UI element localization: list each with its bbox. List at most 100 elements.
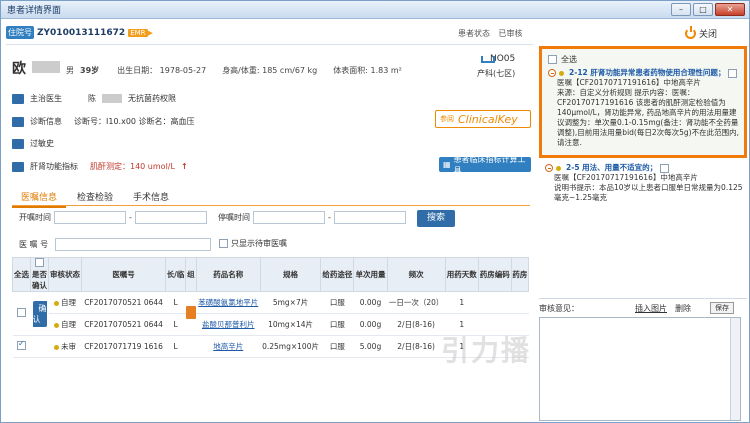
review-label: 审核意见： — [539, 304, 579, 313]
freq-cell: 一日一次（20） — [387, 291, 446, 314]
doctor-row: 主治医生 陈 无抗菌药权限 — [12, 93, 176, 104]
emr-button[interactable]: EMR — [128, 28, 148, 37]
dose-cell: 5.00g — [353, 335, 388, 358]
drug-cell[interactable]: 苯磺酸氨氯地平片 — [196, 291, 261, 314]
order-number-label: 医 嘱 号 — [19, 240, 49, 249]
tab-underline — [12, 205, 530, 206]
col-confirm-label: 是否确认 — [32, 270, 47, 290]
patient-bsa: 体表面积: 1.83 m² — [333, 66, 402, 75]
review-textarea[interactable] — [539, 317, 741, 421]
status-cell: 未审 — [48, 335, 82, 358]
clinicalkey-button[interactable]: 参阅 ClinicalKey — [435, 110, 531, 128]
col-type: 长/临 — [165, 257, 187, 292]
status-dot-icon — [54, 322, 60, 328]
drug-cell[interactable]: 盐酸贝那普利片 — [196, 313, 261, 336]
stop-time-from-input[interactable] — [253, 211, 325, 224]
group-cell — [185, 335, 197, 358]
col-route: 给药途径 — [320, 257, 355, 292]
row-checkbox[interactable] — [17, 308, 26, 317]
col-spec: 规格 — [259, 257, 322, 292]
col-pharmacy-code: 药房编码 — [477, 257, 512, 292]
drug-link[interactable]: 盐酸贝那普利片 — [202, 320, 255, 329]
doctor-name: 陈 — [88, 94, 96, 103]
status-label: 患者状态 — [458, 29, 490, 38]
issue-checkbox[interactable] — [660, 163, 670, 173]
route-cell: 口服 — [320, 313, 354, 336]
issue-checkbox[interactable] — [728, 68, 738, 78]
col-order: 医嘱号 — [81, 257, 167, 292]
patient-age: 39岁 — [80, 66, 100, 75]
select-all-checkbox[interactable] — [548, 55, 557, 64]
col-select-all[interactable]: 全选 — [12, 257, 31, 292]
diagnosis-detail: 诊断号：I10.x00 诊断名：高血压 — [74, 117, 195, 126]
confirm-button[interactable]: 确认 — [32, 300, 47, 327]
col-days: 用药天数 — [444, 257, 479, 292]
pending-only-checkbox[interactable] — [219, 239, 228, 248]
stop-time-filter: 停嘱时间 - — [218, 211, 406, 224]
liver-kidney-row: 肝肾功能指标 肌酐测定：140 umol/L ↑ — [12, 161, 188, 172]
drug-link[interactable]: 苯磺酸氨氯地平片 — [198, 298, 258, 307]
calc-tool-button[interactable]: ▦ 患者临床指标计算工具 — [439, 155, 531, 175]
col-pharmacy: 药房 — [510, 257, 530, 292]
pending-only-label: 只显示待审医嘱 — [231, 239, 287, 248]
row-select-cell[interactable] — [12, 291, 31, 336]
issue-item: 2-12 肝肾功能异常患者药物使用合理性问题； 医嘱【CF20170717191… — [542, 68, 744, 148]
pharmacy-cell — [511, 291, 529, 314]
order-number-input[interactable] — [55, 238, 212, 251]
hospital-id-tag: 住院号 — [6, 26, 34, 39]
type-cell: L — [165, 335, 186, 358]
patient-height-weight: 身高/体重: 185 cm/67 kg — [222, 66, 318, 75]
status-cell: 自理 — [48, 291, 82, 314]
status-text: 自理 — [61, 298, 77, 307]
bed-icon — [481, 56, 495, 63]
start-time-from-input[interactable] — [54, 211, 126, 224]
issue-order: 医嘱【CF20170717191616】中地高辛片 — [554, 173, 698, 182]
power-icon — [685, 26, 696, 39]
select-all-row[interactable]: 全选 — [542, 49, 744, 68]
issue-item-2: 2-5 用法、用量不适宜的； 医嘱【CF20170717191616】中地高辛片… — [539, 163, 747, 203]
allergy-label: 过敏史 — [30, 139, 54, 148]
calc-tool-label: 患者临床指标计算工具 — [453, 154, 526, 175]
drug-link[interactable]: 地高辛片 — [213, 342, 243, 351]
pending-only-filter[interactable]: 只显示待审医嘱 — [219, 238, 287, 249]
search-button[interactable]: 搜索 — [417, 210, 455, 227]
review-scrollbar[interactable] — [730, 318, 740, 420]
save-button[interactable]: 保存 — [710, 302, 734, 314]
window-title: 患者详情界面 — [7, 6, 62, 16]
start-time-label: 开嘱时间 — [19, 213, 51, 222]
confirm-cell — [30, 335, 49, 358]
close-button[interactable]: 关闭 — [685, 26, 718, 40]
maximize-button[interactable]: □ — [693, 3, 713, 16]
calculator-icon: ▦ — [443, 160, 451, 169]
patient-id: ZY010013111672 — [37, 27, 126, 38]
issue-detail: 来源：自定义分析规则 提示内容：医嘱：CF20170717191616 该患者的… — [557, 88, 739, 147]
stop-time-to-input[interactable] — [333, 211, 406, 224]
minimize-button[interactable]: – — [671, 3, 691, 16]
close-label: 关闭 — [699, 30, 718, 40]
type-cell: L — [165, 313, 186, 336]
patient-summary: 欧 男 39岁 出生日期： 1978-05-27 身高/体重: 185 cm/6… — [12, 58, 402, 80]
warning-icon — [548, 69, 556, 77]
clinicalkey-prefix: 参阅 — [440, 115, 454, 123]
type-cell: L — [165, 291, 186, 314]
drug-cell[interactable]: 地高辛片 — [196, 335, 261, 358]
insert-image-link[interactable]: 插入图片 — [635, 303, 667, 314]
group-cell — [185, 291, 197, 336]
issue-detail: 说明书提示：本品10岁以上患者口服单日常规量为0.125毫克~1.25毫克 — [554, 183, 743, 202]
order-number-filter: 医 嘱 号 — [19, 238, 212, 251]
patient-birth: 出生日期： 1978-05-27 — [117, 66, 207, 75]
diagnosis-label: 诊断信息 — [30, 117, 62, 126]
issue-title: 2-12 肝肾功能异常患者药物使用合理性问题； — [548, 68, 740, 78]
days-cell: 1 — [445, 291, 479, 314]
stop-time-label: 停嘱时间 — [218, 213, 250, 222]
table-row[interactable]: 确认 自理 CF2017070521 0644 L 苯磺酸氨氯地平片 5mg×7… — [12, 291, 529, 336]
col-dose: 单次用量 — [353, 257, 388, 292]
start-time-to-input[interactable] — [134, 211, 207, 224]
medicine-bottle-icon — [185, 306, 196, 319]
close-window-button[interactable]: ✕ — [715, 3, 745, 16]
row-select-cell[interactable] — [12, 335, 31, 358]
header-checkbox[interactable] — [35, 258, 44, 267]
row-checkbox-checked[interactable] — [17, 339, 26, 350]
delete-link[interactable]: 删除 — [675, 303, 691, 314]
col-drug: 药品名称 — [195, 257, 261, 292]
